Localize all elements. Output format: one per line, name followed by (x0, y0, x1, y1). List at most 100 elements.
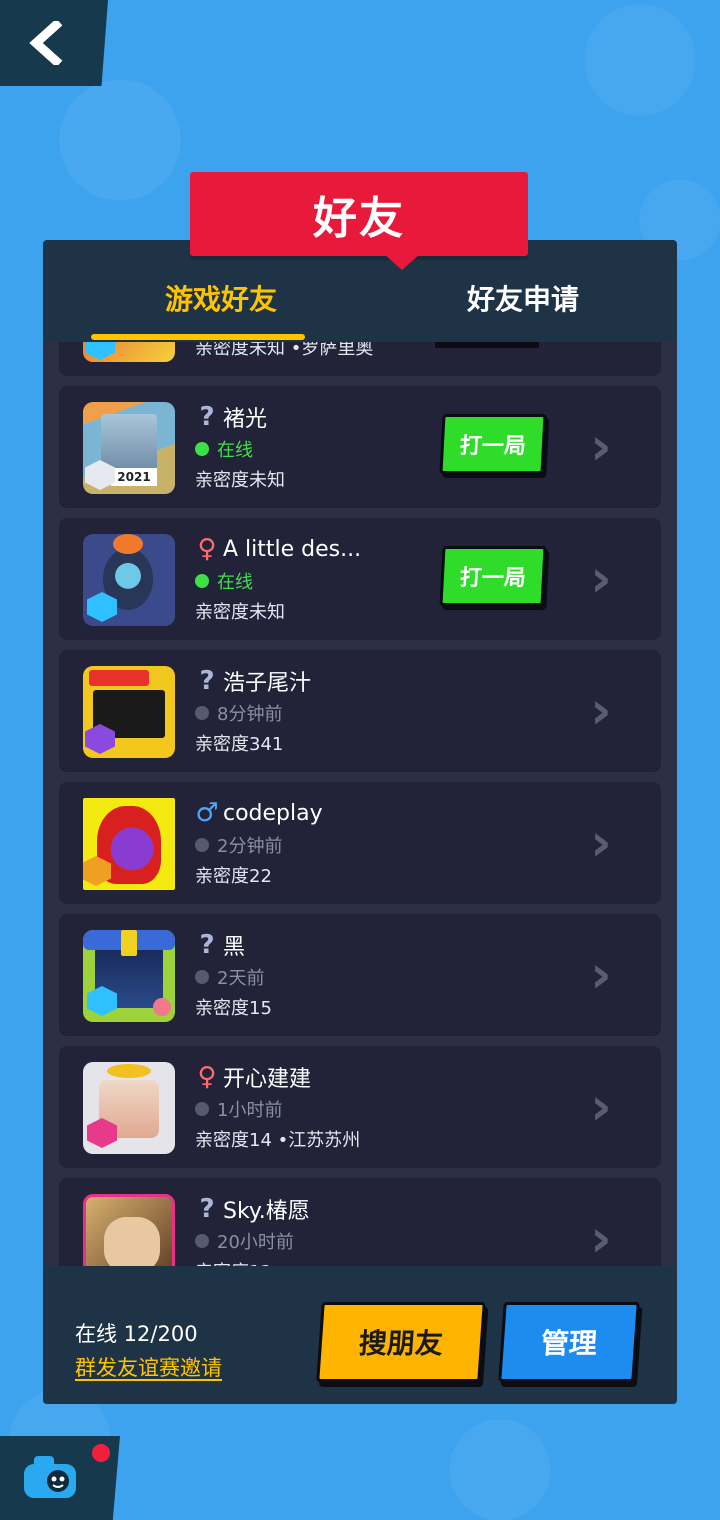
status-text: 在线 (217, 572, 253, 593)
affinity-text: 亲密度未知 •罗萨里奥 (195, 342, 374, 359)
rank-badge-icon (85, 342, 115, 360)
friend-name: A little des... (223, 536, 362, 562)
gender-male-icon: ♂ (195, 798, 219, 828)
gender-unknown-icon: ? (199, 1194, 215, 1224)
title-notch (384, 254, 420, 270)
status-row: 1小时前 (195, 1096, 282, 1122)
back-button[interactable] (0, 0, 108, 86)
status-row: 在线 (195, 436, 253, 462)
avatar (83, 534, 175, 626)
friend-card[interactable]: ♂ codeplay 2分钟前 亲密度22 › (59, 782, 661, 904)
friend-name: 浩子尾汁 (223, 671, 312, 696)
friend-name-row: ♀ A little des... (195, 532, 361, 566)
friend-name: 黑 (223, 935, 246, 960)
chevron-right-icon[interactable]: › (579, 553, 623, 605)
play-button-partial (435, 342, 539, 348)
affinity-text: 亲密度22 (195, 866, 272, 887)
notification-dot (90, 1442, 112, 1464)
manage-button[interactable]: 管理 (498, 1302, 640, 1382)
status-row: 20小时前 (195, 1228, 294, 1254)
panel-footer: 在线 12/200 群发友谊赛邀请 搜朋友 管理 (43, 1266, 677, 1404)
avatar-banner (89, 670, 149, 686)
affinity-text: 亲密度未知 (195, 470, 285, 491)
friend-name: codeplay (223, 800, 323, 826)
status-text: 2天前 (217, 968, 265, 989)
play-one-game-button[interactable]: 打一局 (439, 546, 547, 606)
avatar-hat (113, 534, 143, 554)
friend-name-row: ♀ 开心建建 (195, 1060, 311, 1094)
avatar (83, 1062, 175, 1154)
avatar-ears (107, 1064, 151, 1078)
status-text: 20小时前 (217, 1232, 294, 1253)
affinity-text: 亲密度15 (195, 998, 272, 1019)
chevron-right-icon[interactable]: › (579, 949, 623, 1001)
tab-game-friends[interactable]: 游戏好友 (91, 262, 351, 334)
affinity-text: 亲密度12 (195, 1258, 272, 1266)
chevron-right-icon[interactable]: › (579, 817, 623, 869)
avatar (83, 342, 175, 362)
friend-card[interactable]: ? 黑 2天前 亲密度15 › (59, 914, 661, 1036)
invite-friendly-match-link[interactable]: 群发友谊赛邀请 (75, 1352, 222, 1382)
friend-name-row: ♂ codeplay (195, 796, 323, 830)
online-count: 在线 12/200 (75, 1322, 198, 1346)
gender-female-icon: ♀ (197, 534, 217, 564)
status-text: 8分钟前 (217, 704, 283, 725)
chevron-left-icon (29, 21, 63, 65)
friend-name-row: ? 浩子尾汁 (195, 664, 311, 698)
gender-female-icon: ♀ (197, 1062, 217, 1092)
friend-name: 褚光 (223, 407, 268, 432)
offline-dot-icon (195, 838, 209, 852)
avatar: 2021 (83, 402, 175, 494)
chat-bot-icon[interactable] (20, 1452, 80, 1504)
chevron-right-icon[interactable]: › (579, 685, 623, 737)
friend-card[interactable]: ? Sky.椿愿 20小时前 亲密度12 › (59, 1178, 661, 1266)
gender-unknown-icon: ? (199, 402, 215, 432)
avatar-tag (121, 930, 137, 956)
avatar (83, 666, 175, 758)
avatar (83, 798, 175, 890)
status-row: 2分钟前 (195, 832, 282, 858)
friend-name: Sky.椿愿 (223, 1199, 310, 1224)
offline-dot-icon (195, 970, 209, 984)
online-dot-icon (195, 574, 209, 588)
friend-card[interactable]: ♀ A little des... 在线 亲密度未知 打一局 › (59, 518, 661, 640)
offline-dot-icon (195, 1234, 209, 1248)
play-one-game-button[interactable]: 打一局 (439, 414, 547, 474)
chevron-right-icon[interactable]: › (579, 1081, 623, 1133)
friend-name-row: ? 褚光 (195, 400, 267, 434)
avatar-art (104, 1217, 160, 1266)
affinity-text: 亲密度14 •江苏苏州 (195, 1130, 361, 1151)
online-dot-icon (195, 442, 209, 456)
chevron-right-icon[interactable]: › (579, 1213, 623, 1265)
affinity-text: 亲密度未知 (195, 602, 285, 623)
offline-dot-icon (195, 1102, 209, 1116)
friend-card[interactable]: ♀ 开心建建 1小时前 亲密度14 •江苏苏州 › (59, 1046, 661, 1168)
year-tag: 2021 (111, 468, 157, 486)
status-text: 2分钟前 (217, 836, 283, 857)
friend-name-row: ? Sky.椿愿 (195, 1192, 310, 1226)
chevron-right-icon[interactable]: › (579, 421, 623, 473)
status-row: 2天前 (195, 964, 264, 990)
gender-unknown-icon: ? (199, 666, 215, 696)
affinity-text: 亲密度341 (195, 734, 284, 755)
status-text: 1小时前 (217, 1100, 283, 1121)
status-row: 在线 (195, 568, 253, 594)
page-title: 好友 (190, 172, 528, 256)
avatar-dot (153, 998, 171, 1016)
friend-name-row: ? 黑 (195, 928, 245, 962)
status-row: 8分钟前 (195, 700, 282, 726)
tab-friend-requests[interactable]: 好友申请 (363, 262, 683, 334)
status-text: 在线 (217, 440, 253, 461)
friend-list[interactable]: 亲密度未知 •罗萨里奥 2021 ? 褚光 在线 亲密度未知 打一局 › ♀ A (43, 342, 677, 1266)
active-tab-indicator (91, 334, 305, 340)
offline-dot-icon (195, 706, 209, 720)
avatar (83, 930, 175, 1022)
avatar (83, 1194, 175, 1266)
tab-bar: 游戏好友 好友申请 (43, 262, 677, 342)
friend-card[interactable]: ? 浩子尾汁 8分钟前 亲密度341 › (59, 650, 661, 772)
friend-card[interactable]: 2021 ? 褚光 在线 亲密度未知 打一局 › (59, 386, 661, 508)
friend-name: 开心建建 (223, 1067, 312, 1092)
search-friends-button[interactable]: 搜朋友 (316, 1302, 486, 1382)
friend-card[interactable]: 亲密度未知 •罗萨里奥 (59, 342, 661, 376)
gender-unknown-icon: ? (199, 930, 215, 960)
